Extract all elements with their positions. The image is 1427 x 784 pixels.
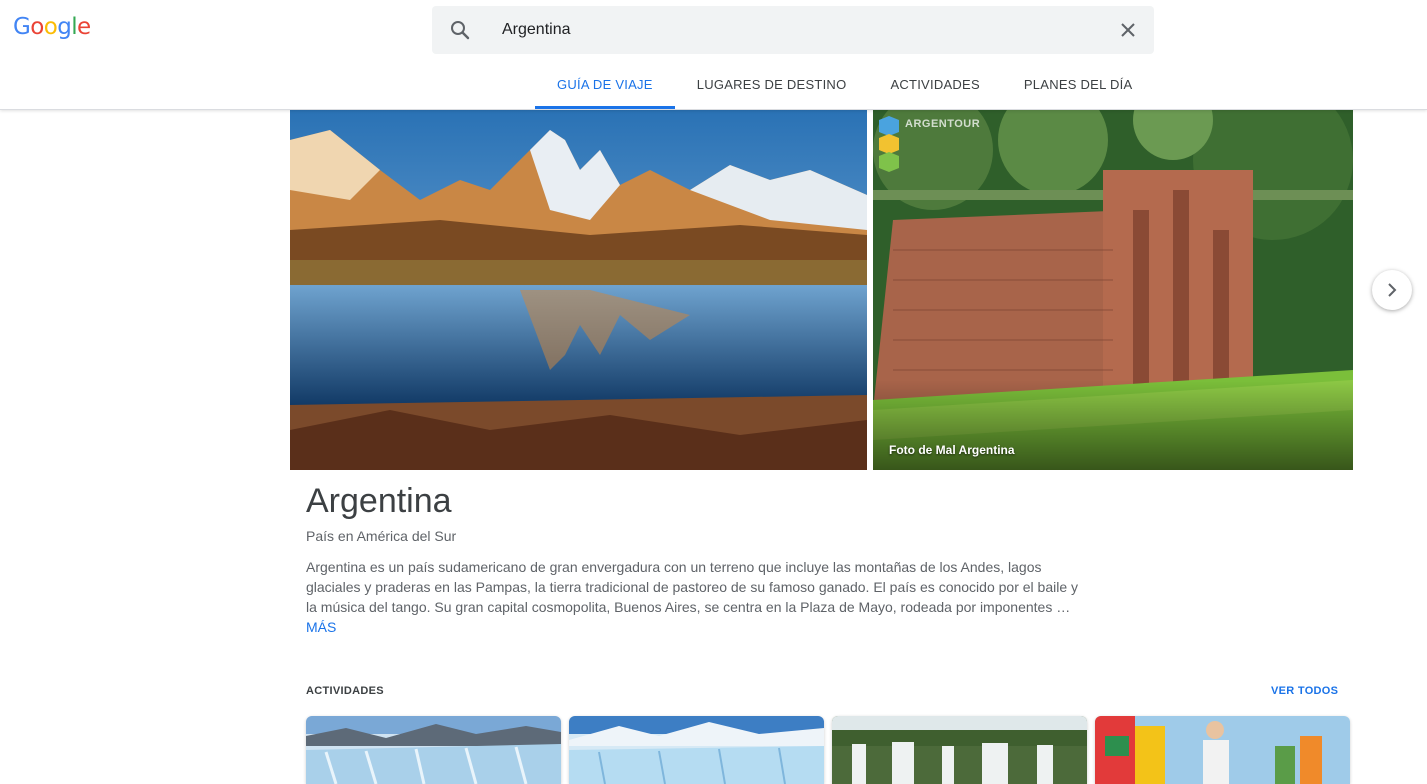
watermark-text: ARGENTOUR	[905, 118, 981, 130]
tab-guia-de-viaje[interactable]: GUÍA DE VIAJE	[535, 60, 675, 109]
hero-image-mountains[interactable]	[290, 110, 867, 470]
description-text: Argentina es un país sudamericano de gra…	[306, 559, 1079, 615]
google-logo[interactable]: Google	[13, 14, 91, 40]
search-input[interactable]	[502, 16, 1062, 44]
hero-image-ruins[interactable]: ARGENTOUR Foto de Mal Argentina	[873, 110, 1353, 470]
tab-bar: GUÍA DE VIAJE LUGARES DE DESTINO ACTIVID…	[535, 60, 1154, 109]
tab-planes-del-dia[interactable]: PLANES DEL DÍA	[1002, 60, 1155, 109]
search-icon[interactable]	[448, 18, 472, 42]
top-bar: Google GUÍA DE VIAJE LUGARES DE DESTINO …	[0, 0, 1427, 110]
tab-actividades[interactable]: ACTIVIDADES	[868, 60, 1001, 109]
activity-card-waterfalls[interactable]	[832, 716, 1087, 784]
activity-card-la-boca[interactable]	[1095, 716, 1350, 784]
activity-card-glacier[interactable]	[306, 716, 561, 784]
see-all-link[interactable]: VER TODOS	[1271, 685, 1338, 697]
place-description: Argentina es un país sudamericano de gra…	[306, 557, 1086, 637]
watermark-logo: ARGENTOUR	[875, 114, 995, 174]
tab-lugares-de-destino[interactable]: LUGARES DE DESTINO	[675, 60, 869, 109]
next-image-button[interactable]	[1372, 270, 1412, 310]
page-title: Argentina	[306, 482, 452, 520]
place-subtitle: País en América del Sur	[306, 528, 457, 544]
more-link[interactable]: MÁS	[306, 619, 336, 635]
activities-heading: ACTIVIDADES	[306, 685, 384, 697]
photo-credit: Foto de Mal Argentina	[889, 443, 1015, 457]
chevron-right-icon	[1388, 283, 1397, 297]
search-box	[432, 6, 1154, 54]
activity-card-glacier-2[interactable]	[569, 716, 824, 784]
close-icon[interactable]	[1116, 18, 1140, 42]
